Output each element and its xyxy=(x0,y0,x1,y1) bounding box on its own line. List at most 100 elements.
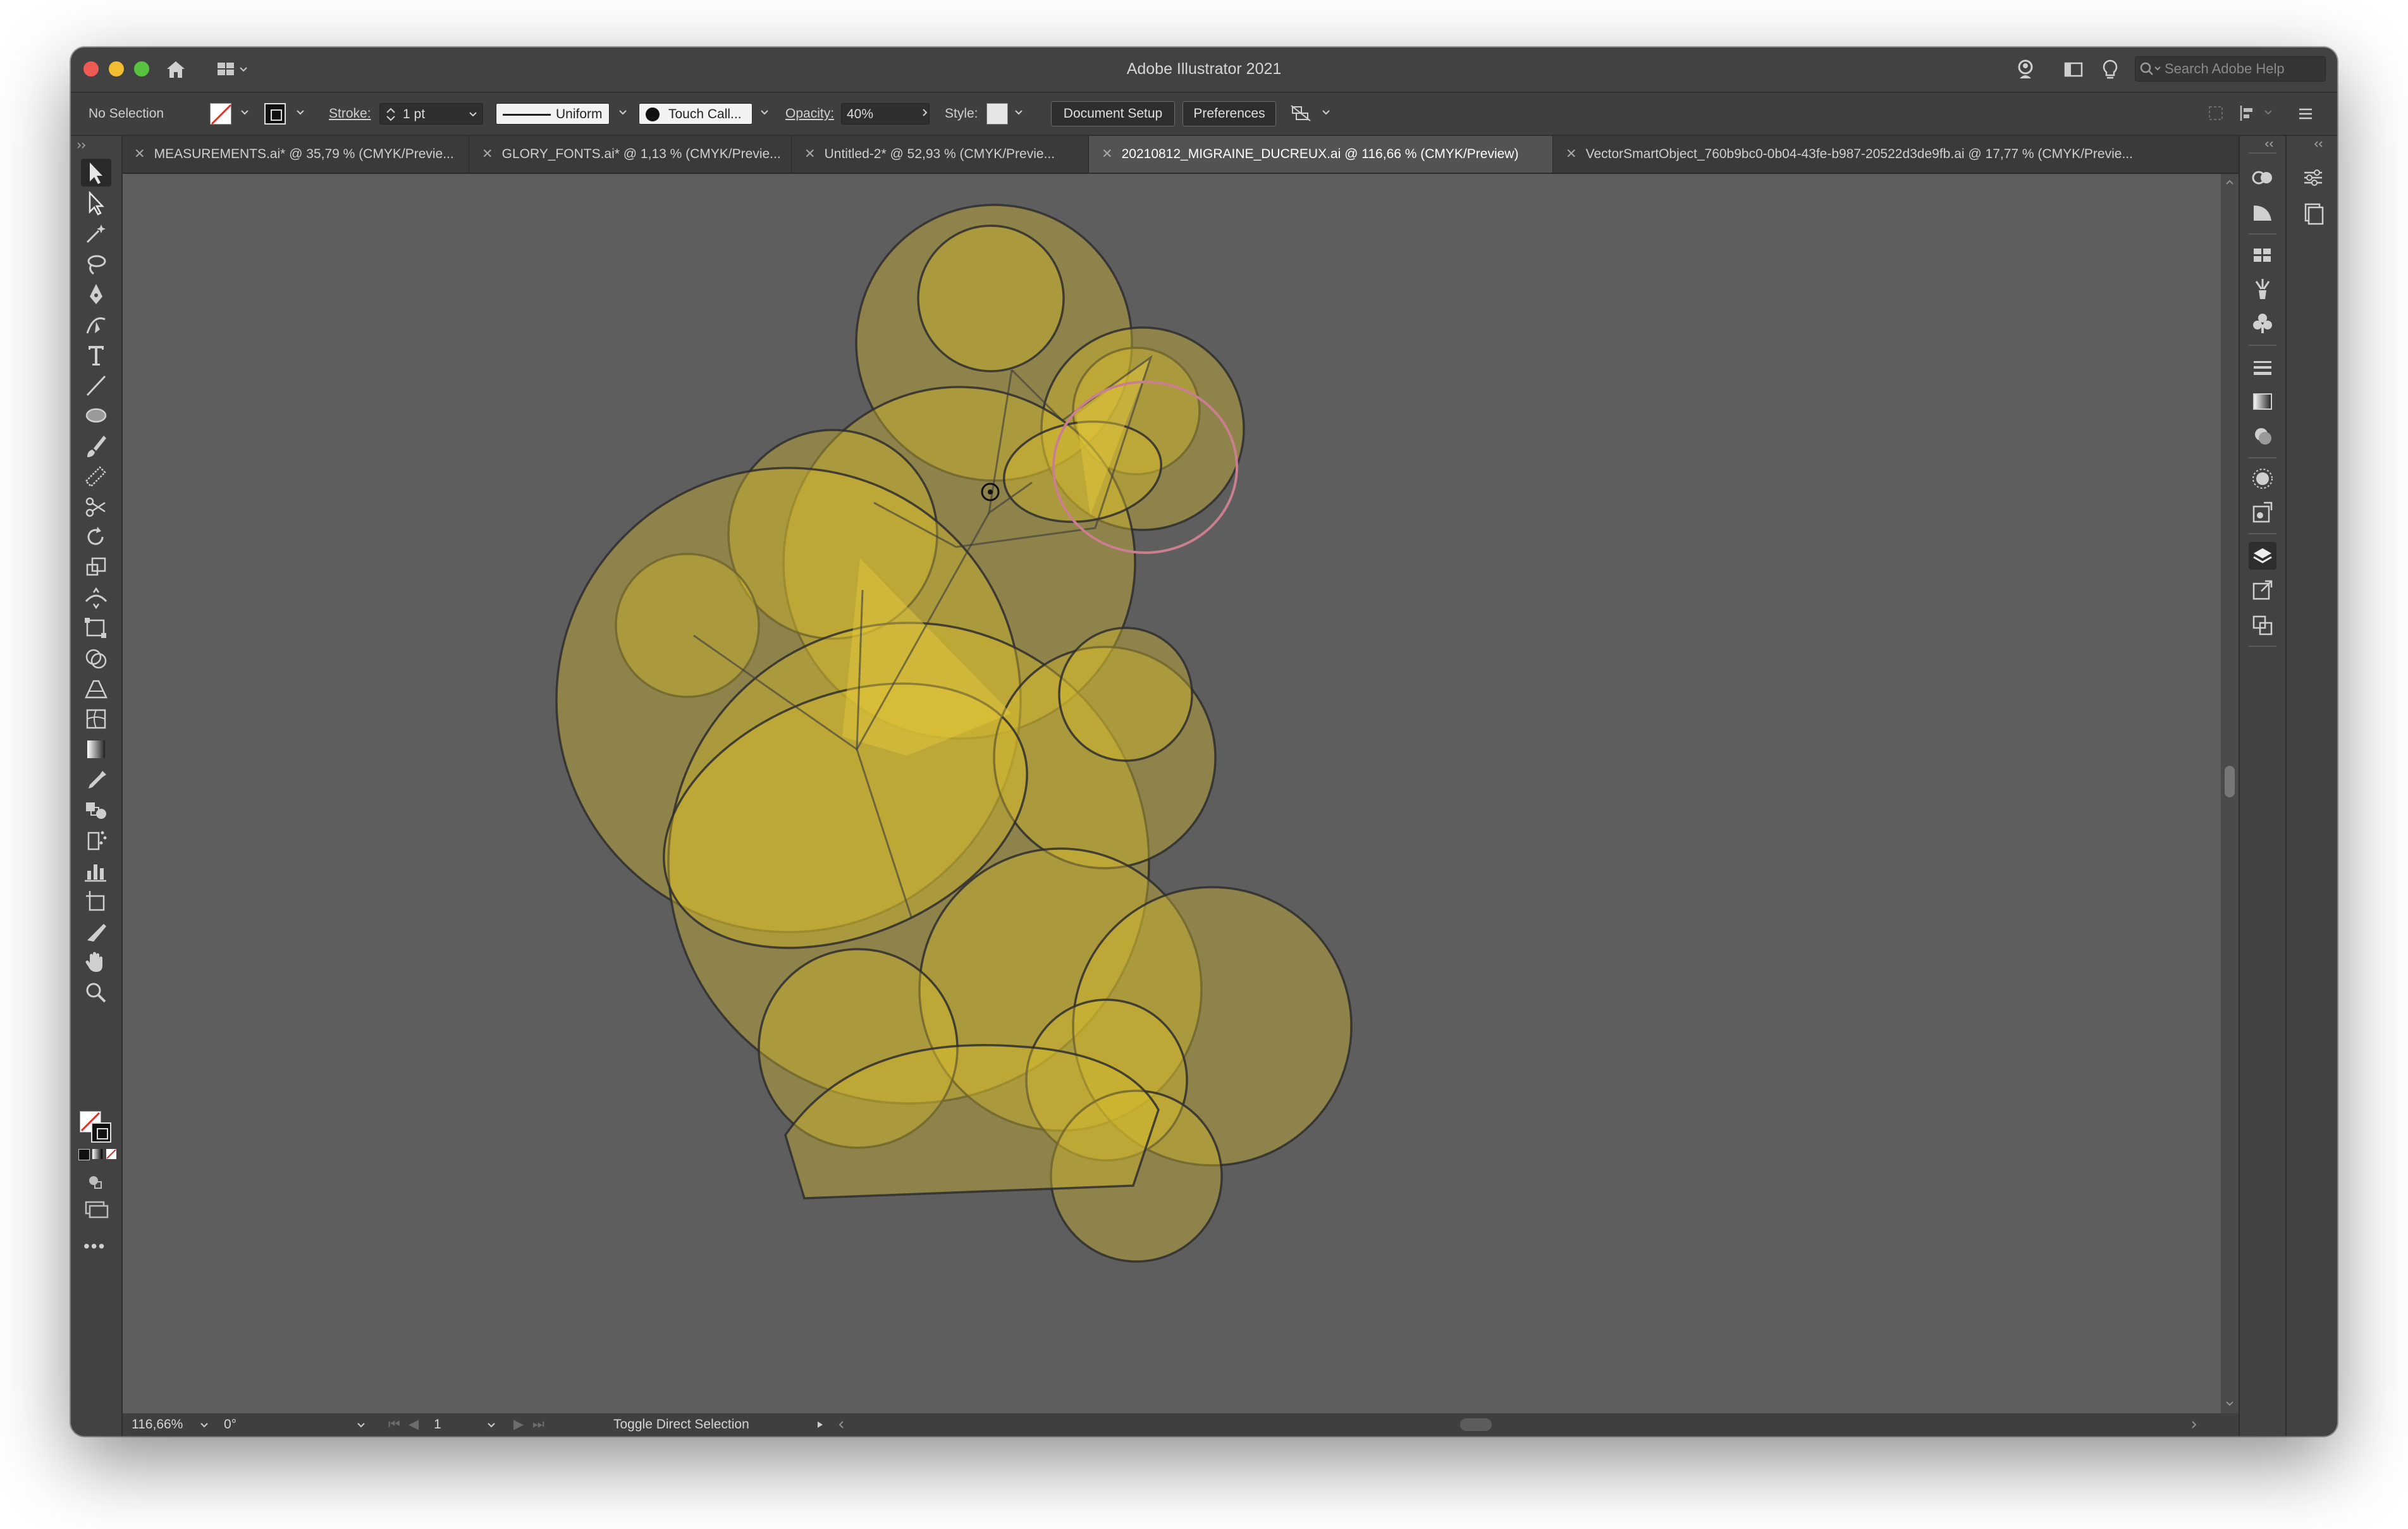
panel-menu-icon[interactable] xyxy=(2295,104,2316,123)
tab-glory-fonts[interactable]: ✕ GLORY_FONTS.ai* @ 1,13 % (CMYK/Previe..… xyxy=(469,136,792,173)
gradient-tool-icon[interactable] xyxy=(81,735,111,763)
brushes-panel-icon[interactable] xyxy=(2249,275,2276,303)
stroke-label[interactable]: Stroke: xyxy=(329,93,371,135)
align-panel-chevron-icon[interactable] xyxy=(2264,108,2273,117)
column-graph-tool-icon[interactable] xyxy=(81,857,111,885)
collapse-dock-icon[interactable] xyxy=(2263,140,2275,149)
shaper-tool-icon[interactable] xyxy=(81,462,111,490)
collapse-properties-dock-icon[interactable] xyxy=(2312,140,2325,149)
lasso-tool-icon[interactable] xyxy=(81,250,111,278)
magic-wand-tool-icon[interactable] xyxy=(81,219,111,247)
stroke-profile-chevron-icon[interactable] xyxy=(618,108,627,117)
color-guide-panel-icon[interactable] xyxy=(2249,465,2276,493)
artboards-panel-icon[interactable] xyxy=(2249,611,2276,639)
mesh-tool-icon[interactable] xyxy=(81,705,111,733)
first-artboard-icon[interactable]: ⏮ xyxy=(388,1413,400,1436)
symbol-sprayer-tool-icon[interactable] xyxy=(81,826,111,854)
artboard-tool-icon[interactable] xyxy=(81,887,111,915)
ellipse-tool-icon[interactable] xyxy=(81,402,111,429)
type-tool-icon[interactable] xyxy=(81,341,111,369)
vertical-scrollbar[interactable] xyxy=(2221,174,2239,1413)
style-chevron-icon[interactable] xyxy=(1014,108,1023,117)
stroke-dropdown-chevron-icon[interactable] xyxy=(296,108,305,117)
arrange-documents-icon[interactable] xyxy=(2061,58,2086,82)
opacity-field[interactable]: 40% xyxy=(841,103,930,125)
close-tab-icon[interactable]: ✕ xyxy=(804,147,816,161)
perspective-grid-tool-icon[interactable] xyxy=(81,675,111,703)
zoom-chevron-icon[interactable] xyxy=(200,1421,209,1430)
opacity-slider-arrow-icon[interactable] xyxy=(921,108,930,117)
tab-untitled-2[interactable]: ✕ Untitled-2* @ 52,93 % (CMYK/Previe... xyxy=(792,136,1089,173)
artboard-number[interactable]: 1 xyxy=(434,1413,441,1436)
free-transform-tool-icon[interactable] xyxy=(81,614,111,642)
pen-tool-icon[interactable] xyxy=(81,280,111,308)
last-artboard-icon[interactable]: ⏭ xyxy=(532,1413,544,1436)
properties-panel-icon[interactable] xyxy=(2299,164,2327,192)
status-menu-arrow-icon[interactable] xyxy=(816,1420,825,1429)
fill-stroke-widget[interactable] xyxy=(80,1111,113,1144)
collapse-toolbox-icon[interactable] xyxy=(76,141,89,150)
stroke-swatch[interactable] xyxy=(264,103,286,125)
transparency-panel-icon[interactable] xyxy=(2249,199,2276,227)
brush-chevron-icon[interactable] xyxy=(760,108,769,117)
edit-toolbar-icon[interactable]: ••• xyxy=(83,1236,106,1256)
tab-migraine-ducreux[interactable]: ✕ 20210812_MIGRAINE_DUCREUX.ai @ 116,66 %… xyxy=(1089,136,1553,173)
selection-tool-icon[interactable] xyxy=(81,159,111,187)
close-tab-icon[interactable]: ✕ xyxy=(134,147,145,161)
curvature-tool-icon[interactable] xyxy=(81,310,111,338)
artboard-chevron-icon[interactable] xyxy=(487,1421,496,1430)
close-tab-icon[interactable]: ✕ xyxy=(1102,147,1113,161)
brush-definition-select[interactable]: Touch Call... xyxy=(639,103,752,125)
lightbulb-discover-icon[interactable] xyxy=(2098,58,2122,82)
align-panel-icon[interactable] xyxy=(2237,103,2260,123)
align-chevron-icon[interactable] xyxy=(1322,108,1330,117)
scroll-up-arrow-icon[interactable] xyxy=(2226,179,2233,185)
isolate-icon[interactable] xyxy=(2206,103,2226,123)
width-tool-icon[interactable] xyxy=(81,584,111,611)
close-tab-icon[interactable]: ✕ xyxy=(1566,147,1577,161)
blend-tool-icon[interactable] xyxy=(81,796,111,824)
opacity-label[interactable]: Opacity: xyxy=(785,93,834,135)
fill-swatch[interactable] xyxy=(210,103,232,125)
rotation-chevron-icon[interactable] xyxy=(357,1421,366,1430)
tab-measurements[interactable]: ✕ MEASUREMENTS.ai* @ 35,79 % (CMYK/Previe… xyxy=(121,136,469,173)
align-options-icon[interactable] xyxy=(1290,102,1313,125)
rotate-tool-icon[interactable] xyxy=(81,523,111,551)
color-panel-icon[interactable] xyxy=(2249,422,2276,450)
layers-panel-icon[interactable] xyxy=(2249,542,2276,570)
vertical-scroll-thumb[interactable] xyxy=(2225,766,2235,797)
scroll-left-arrow-icon[interactable] xyxy=(837,1420,846,1429)
tab-vector-smart-object[interactable]: ✕ VectorSmartObject_760b9bc0-0b04-43fe-b9… xyxy=(1553,136,2252,173)
shape-builder-tool-icon[interactable] xyxy=(81,644,111,672)
scissors-tool-icon[interactable] xyxy=(81,493,111,520)
preferences-button[interactable]: Preferences xyxy=(1182,101,1276,126)
scroll-right-arrow-icon[interactable] xyxy=(2189,1420,2198,1429)
document-setup-button[interactable]: Document Setup xyxy=(1051,101,1175,126)
rotation-value[interactable]: 0° xyxy=(224,1413,236,1436)
slice-tool-icon[interactable] xyxy=(81,918,111,945)
hand-tool-icon[interactable] xyxy=(81,948,111,976)
libraries-panel-icon[interactable] xyxy=(2299,199,2327,227)
cloud-account-icon[interactable] xyxy=(2013,58,2037,82)
draw-mode-icon[interactable] xyxy=(85,1173,108,1192)
paintbrush-tool-icon[interactable] xyxy=(81,432,111,460)
search-input[interactable]: Search Adobe Help xyxy=(2135,56,2326,82)
stroke-panel-icon[interactable] xyxy=(2249,353,2276,381)
fill-dropdown-chevron-icon[interactable] xyxy=(240,108,249,117)
scale-tool-icon[interactable] xyxy=(81,553,111,581)
stroke-stepper-icon[interactable] xyxy=(385,106,396,123)
direct-selection-tool-icon[interactable] xyxy=(81,189,111,217)
stroke-profile-select[interactable]: Uniform xyxy=(496,103,610,125)
zoom-tool-icon[interactable] xyxy=(81,978,111,1006)
appearance-panel-icon[interactable] xyxy=(2249,164,2276,192)
color-mode-icons[interactable] xyxy=(78,1148,116,1162)
close-tab-icon[interactable]: ✕ xyxy=(482,147,493,161)
stroke-weight-field[interactable]: 1 pt xyxy=(379,103,483,125)
gradient-panel-icon[interactable] xyxy=(2249,388,2276,415)
screen-mode-icon[interactable] xyxy=(83,1198,109,1220)
line-segment-tool-icon[interactable] xyxy=(81,371,111,399)
asset-export-panel-icon[interactable] xyxy=(2249,499,2276,527)
symbols-panel-icon[interactable] xyxy=(2249,309,2276,337)
eyedropper-tool-icon[interactable] xyxy=(81,766,111,794)
graphic-style-swatch[interactable] xyxy=(986,103,1008,125)
